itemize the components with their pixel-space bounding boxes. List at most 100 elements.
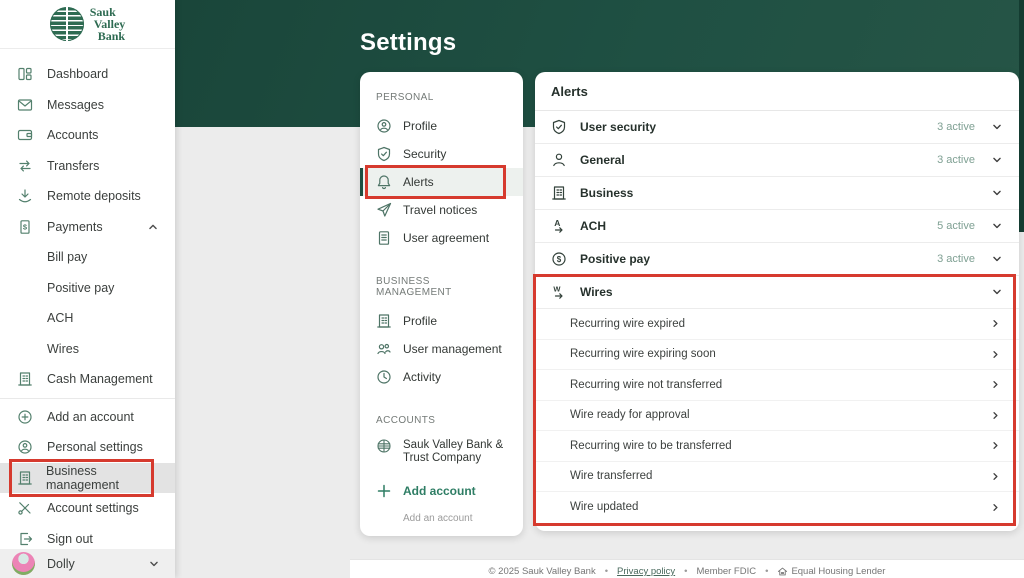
building-icon	[17, 371, 34, 388]
sidebar-item-label: Transfers	[47, 158, 100, 173]
bank-name: Sauk Valley Bank	[90, 6, 126, 42]
sidebar: Sauk Valley Bank Dashboard Messages Acco…	[0, 0, 175, 578]
sidebar-item-remote-deposits[interactable]: Remote deposits	[0, 181, 175, 212]
sidebar-item-transfers[interactable]: Transfers	[0, 151, 175, 182]
sidebar-item-messages[interactable]: Messages	[0, 90, 175, 121]
settings-nav-label: User management	[403, 342, 502, 356]
footer-separator: •	[684, 566, 688, 577]
chevron-right-icon	[989, 348, 1002, 361]
sidebar-item-dashboard[interactable]: Dashboard	[0, 59, 175, 90]
settings-nav-business-profile[interactable]: Profile	[360, 307, 523, 335]
bank-account-name: Sauk Valley Bank & Trust Company	[403, 439, 504, 464]
sidebar-item-ach[interactable]: ACH	[0, 303, 175, 334]
settings-nav-user-management[interactable]: User management	[360, 335, 523, 363]
settings-nav-bank-account[interactable]: Sauk Valley Bank & Trust Company	[360, 435, 523, 469]
settings-nav-user-agreement[interactable]: User agreement	[360, 224, 523, 252]
settings-nav-travel-notices[interactable]: Travel notices	[360, 196, 523, 224]
sidebar-item-bill-pay[interactable]: Bill pay	[0, 242, 175, 273]
sidebar-item-label: Cash Management	[47, 372, 153, 387]
footer-separator: •	[604, 566, 609, 577]
avatar	[12, 552, 35, 575]
wire-alert-row[interactable]: Wire ready for approval	[535, 401, 1019, 431]
alert-group-positive-pay[interactable]: $ Positive pay 3 active	[535, 243, 1019, 276]
svg-text:$: $	[23, 222, 28, 231]
sidebar-item-label: Payments	[47, 219, 103, 234]
building-icon	[376, 313, 392, 329]
active-count-badge: 3 active	[937, 253, 975, 265]
wire-alert-label: Recurring wire expiring soon	[570, 348, 716, 361]
mail-icon	[17, 96, 34, 113]
ach-icon: A	[551, 218, 567, 234]
add-account-button[interactable]: Add account	[360, 477, 523, 505]
settings-nav-label: Profile	[403, 314, 438, 328]
chevron-down-icon	[147, 557, 161, 571]
settings-nav-security[interactable]: Security	[360, 140, 523, 168]
privacy-policy-link[interactable]: Privacy policy	[617, 566, 675, 577]
alerts-panel: Alerts User security 3 active General 3 …	[533, 72, 1019, 531]
section-label-accounts: ACCOUNTS	[376, 415, 436, 426]
scrollbar-thumb[interactable]	[1019, 0, 1024, 232]
settings-nav-activity[interactable]: Activity	[360, 363, 523, 391]
main-area: Settings PERSONAL Profile Security Alert…	[175, 0, 1024, 578]
add-account-subtext: Add an account	[403, 513, 473, 524]
sidebar-item-wires[interactable]: Wires	[0, 334, 175, 365]
clock-icon	[376, 369, 392, 385]
footer-separator: •	[765, 566, 769, 577]
person-circle-icon	[376, 118, 392, 134]
wire-alert-row[interactable]: Wire transferred	[535, 462, 1019, 492]
alert-group-ach[interactable]: A ACH 5 active	[535, 210, 1019, 243]
sidebar-item-accounts[interactable]: Accounts	[0, 120, 175, 151]
sidebar-item-label: Sign out	[47, 531, 93, 546]
sidebar-item-positive-pay[interactable]: Positive pay	[0, 273, 175, 304]
section-label-personal: PERSONAL	[376, 92, 434, 103]
building-icon	[551, 185, 567, 201]
wire-alert-label: Recurring wire not transferred	[570, 378, 723, 391]
wallet-icon	[17, 127, 34, 144]
svg-text:$: $	[557, 255, 562, 264]
sign-out-icon	[17, 530, 34, 547]
settings-nav-profile[interactable]: Profile	[360, 112, 523, 140]
settings-nav-alerts[interactable]: Alerts	[360, 165, 523, 199]
sidebar-item-label: Messages	[47, 97, 104, 112]
sidebar-item-payments[interactable]: $ Payments	[0, 212, 175, 243]
wire-alert-row[interactable]: Recurring wire not transferred	[535, 370, 1019, 401]
sidebar-item-account-settings[interactable]: Account settings	[0, 493, 175, 524]
user-menu[interactable]: Dolly	[0, 549, 175, 578]
page-title: Settings	[360, 29, 457, 56]
sidebar-item-label: ACH	[47, 311, 74, 326]
chevron-down-icon[interactable]	[990, 252, 1004, 266]
settings-nav-label: User agreement	[403, 231, 490, 245]
wire-alert-label: Wire ready for approval	[570, 409, 690, 422]
active-count-badge: 5 active	[937, 220, 975, 232]
wire-alert-label: Recurring wire to be transferred	[570, 439, 732, 452]
chevron-down-icon[interactable]	[990, 186, 1004, 200]
alert-group-business[interactable]: Business	[535, 177, 1019, 210]
sidebar-item-label: Add an account	[47, 409, 134, 424]
chevron-down-icon[interactable]	[990, 120, 1004, 134]
wire-alert-label: Wire updated	[570, 501, 639, 514]
alert-group-user-security[interactable]: User security 3 active	[535, 111, 1019, 144]
alert-group-label: General	[580, 153, 625, 167]
person-icon	[551, 152, 567, 168]
active-count-badge: 3 active	[937, 154, 975, 166]
alert-group-general[interactable]: General 3 active	[535, 144, 1019, 177]
alert-group-wires[interactable]: W Wires	[535, 276, 1019, 309]
building-icon	[17, 469, 33, 486]
sidebar-item-label: Wires	[47, 341, 79, 356]
sidebar-item-add-an-account[interactable]: Add an account	[0, 402, 175, 433]
wire-alert-row[interactable]: Recurring wire expiring soon	[535, 340, 1019, 370]
wire-alert-label: Recurring wire expired	[570, 317, 686, 330]
sidebar-item-cash-management[interactable]: Cash Management	[0, 364, 175, 395]
wire-alert-row[interactable]: Wire updated	[535, 492, 1019, 523]
wire-alert-row[interactable]: Recurring wire expired	[535, 309, 1019, 340]
chevron-down-icon[interactable]	[990, 219, 1004, 233]
sidebar-item-personal-settings[interactable]: Personal settings	[0, 432, 175, 463]
bank-logo[interactable]: Sauk Valley Bank	[0, 0, 175, 49]
sidebar-item-business-management[interactable]: Business management	[0, 458, 175, 497]
equal-housing-icon	[777, 566, 788, 577]
wire-alert-row[interactable]: Recurring wire to be transferred	[535, 431, 1019, 462]
chevron-down-icon[interactable]	[990, 153, 1004, 167]
dashboard-icon	[17, 66, 34, 83]
chevron-down-icon[interactable]	[990, 285, 1004, 299]
deposit-icon	[17, 188, 34, 205]
